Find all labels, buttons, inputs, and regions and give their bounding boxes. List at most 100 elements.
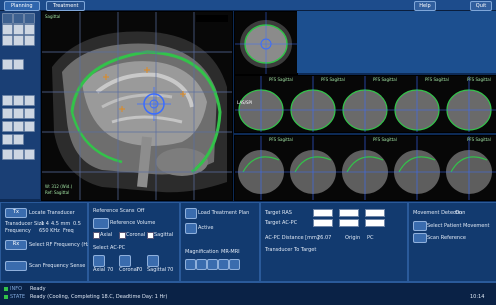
tool-b-icon[interactable]	[196, 259, 207, 270]
scan-frequency-label: Scan Frequency Sense	[29, 263, 86, 269]
sagittal-strip[interactable]: PFS Sagittal PFS Sagittal PFS Sagittal	[234, 135, 496, 201]
tool-icon[interactable]	[13, 149, 24, 160]
tool-icon[interactable]	[13, 24, 24, 35]
locate-button[interactable]: Tx	[5, 208, 27, 218]
reference-volume-icon[interactable]	[93, 218, 109, 229]
load-plan-label[interactable]: Load Treatment Plan	[198, 210, 249, 216]
acpc-y-field[interactable]	[339, 219, 359, 227]
user-icon	[185, 223, 197, 234]
coords-panel: Target RAS Target AC-PC AC-PC Distance […	[260, 202, 408, 282]
tool-icon[interactable]	[13, 35, 24, 46]
magnification-value[interactable]: MR-MRI	[221, 249, 240, 255]
tool-icon[interactable]	[2, 24, 13, 35]
view-sagittal-label: Sagittal	[147, 267, 167, 273]
tool-icon[interactable]	[13, 95, 24, 106]
tool-icon[interactable]	[24, 95, 35, 106]
tool-icon[interactable]	[24, 24, 35, 35]
tool-icon[interactable]	[2, 35, 13, 46]
sagittal-view-button[interactable]	[147, 255, 159, 267]
coronal-view-button[interactable]	[119, 255, 131, 267]
tool-icon[interactable]	[2, 121, 13, 132]
coronal-checkbox[interactable]	[119, 232, 126, 239]
quit-button[interactable]: Quit	[470, 1, 492, 11]
transducer-size-v3: 0.5	[73, 221, 81, 227]
axial-thumb-image	[235, 12, 297, 74]
sagittal-checkbox[interactable]	[147, 232, 154, 239]
tab-treatment[interactable]: Treatment	[46, 1, 86, 11]
scan-frequency-button[interactable]	[5, 261, 27, 271]
main-sagittal-view[interactable]: Sagittal W: 312 (Wid.) Ref: Sagittal	[41, 11, 233, 201]
patient-movement-icon[interactable]	[413, 221, 427, 231]
origin-label: Origin	[345, 235, 361, 241]
view-axial-n: 70	[107, 267, 114, 273]
transducer-size-v1: 1 4	[41, 221, 49, 227]
transducer-size-v2: 4.5 mm	[51, 221, 71, 227]
opt-axial: Axial	[100, 232, 113, 238]
axial-checkbox[interactable]	[93, 232, 100, 239]
tab-planning[interactable]: Planning	[4, 1, 40, 11]
strip-label: PFS Sagittal	[373, 77, 397, 82]
strip-label: PFS Sagittal	[269, 137, 293, 142]
tool-icon[interactable]	[13, 59, 24, 70]
tool-d-icon[interactable]	[218, 259, 229, 270]
rf-button[interactable]: Rx	[5, 240, 27, 250]
axial-view-button[interactable]	[93, 255, 105, 267]
ras-z-field[interactable]	[365, 209, 385, 217]
frequency-label: Frequency	[5, 228, 31, 234]
strip-label: PFS Sagittal	[467, 137, 491, 142]
transducer-target-label: Transducer To Target	[265, 247, 317, 253]
tool-icon[interactable]	[24, 121, 35, 132]
tool-icon[interactable]	[2, 13, 13, 24]
frequency-value: 650 KHz	[39, 228, 60, 234]
tool-icon[interactable]	[13, 108, 24, 119]
strip-label: PFS Sagittal	[467, 77, 491, 82]
tool-icon[interactable]	[2, 134, 13, 145]
ras-x-field[interactable]	[313, 209, 333, 217]
status-line-1: Ready	[30, 286, 46, 292]
patient-movement-label[interactable]: Select Patient Movement	[427, 223, 490, 229]
acpc-z-field[interactable]	[365, 219, 385, 227]
axial-thumb-view[interactable]	[234, 11, 298, 75]
opt-coronal: Coronal	[126, 232, 146, 238]
acpc-x-field[interactable]	[313, 219, 333, 227]
locate-label: Locate Transducer	[29, 210, 75, 216]
help-button[interactable]: Help	[414, 1, 436, 11]
reference-scans-label: Reference Scans	[93, 208, 135, 214]
viewport-info: W: 312 (Wid.)	[45, 184, 73, 189]
tool-c-icon[interactable]	[207, 259, 218, 270]
tool-icon[interactable]	[13, 121, 24, 132]
view-axial-label: Axial	[93, 267, 106, 273]
coronal-strip[interactable]: PFS Sagittal PFS Sagittal PFS Sagittal P…	[234, 75, 496, 133]
tool-icon[interactable]	[24, 35, 35, 46]
transducer-size-label: Transducer Size	[5, 221, 45, 227]
status-ok-icon	[4, 287, 8, 291]
tool-icon[interactable]	[24, 149, 35, 160]
scan-reference-icon[interactable]	[413, 233, 427, 243]
sagittal-strip-image	[235, 136, 496, 200]
tool-icon[interactable]	[2, 149, 13, 160]
tool-icon[interactable]	[2, 95, 13, 106]
ac-pc-label: Select AC-PC	[93, 245, 126, 251]
tool-icon[interactable]	[2, 59, 13, 70]
ras-y-field[interactable]	[339, 209, 359, 217]
tool-icon[interactable]	[24, 13, 35, 24]
tool-a-icon[interactable]	[185, 259, 196, 270]
tool-icon[interactable]	[2, 108, 13, 119]
tool-icon[interactable]	[24, 108, 35, 119]
load-plan-icon[interactable]	[185, 208, 197, 219]
strip-label: PFS Sagittal	[269, 77, 293, 82]
transducer-panel: Tx Locate Transducer Transducer Size 1 4…	[0, 202, 92, 282]
tool-e-icon[interactable]	[229, 259, 240, 270]
status-key-2: STATE	[10, 294, 26, 300]
tool-icon[interactable]	[13, 13, 24, 24]
reference-off[interactable]: Off	[137, 208, 144, 214]
status-state-icon	[4, 295, 8, 299]
magnification-label: Magnification	[185, 249, 219, 255]
tool-icon[interactable]	[13, 134, 24, 145]
coronal-strip-image	[235, 76, 496, 132]
scan-reference-label[interactable]: Scan Reference	[427, 235, 466, 241]
view-sagittal-n: 70	[167, 267, 174, 273]
reference-panel: Reference Scans Off Reference Volume Axi…	[88, 202, 180, 282]
user-label: Active	[198, 225, 214, 231]
movement-state[interactable]: On	[455, 210, 462, 216]
